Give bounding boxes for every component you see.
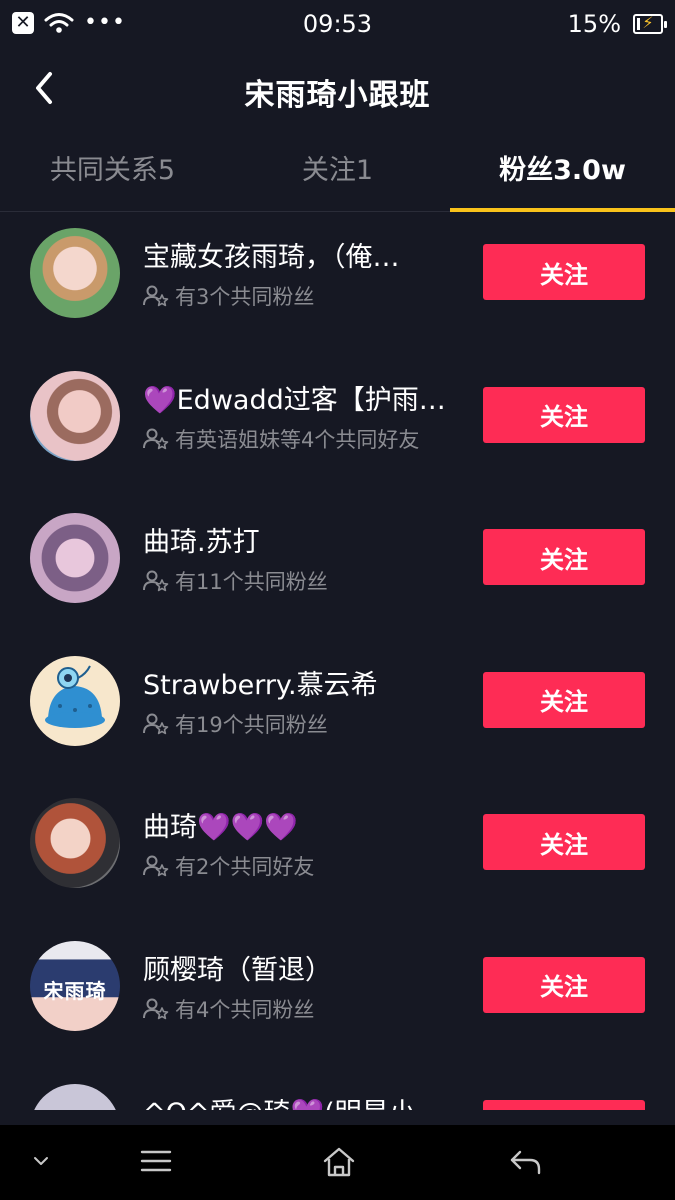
mutual-info: 有11个共同粉丝 [143,566,328,596]
avatar[interactable]: 宋雨琦 [30,940,120,1031]
list-item[interactable]: Strawberry.慕云希 有19个共同粉丝 关注 [0,641,675,784]
user-group-icon [143,855,169,877]
follow-button[interactable]: 关注 [483,814,645,871]
user-group-icon [143,713,169,735]
header: 宋雨琦小跟班 [0,50,675,130]
follow-button[interactable]: 关注 [483,386,645,443]
home-icon[interactable] [322,1145,356,1179]
avatar[interactable] [30,228,120,318]
alien-avatar-icon [45,665,105,728]
user-group-icon [143,285,169,307]
user-name[interactable]: ^O^爱@琦💜(明星小… [143,1091,453,1110]
avatar[interactable] [30,655,120,746]
mutual-info: 有英语姐妹等4个共同好友 [143,424,419,454]
mutual-text: 有2个共同好友 [175,855,315,880]
battery-percent: 15% [567,10,621,38]
tab-followers[interactable]: 粉丝3.0w [450,136,675,212]
status-right: 15% ⚡ [567,10,667,38]
avatar[interactable] [30,370,120,461]
list-item[interactable]: 曲琦.苏打 有11个共同粉丝 关注 [0,498,675,641]
user-group-icon [143,998,169,1020]
mutual-info: 有3个共同粉丝 [143,281,314,311]
mutual-info: 有2个共同好友 [143,851,314,881]
list-item[interactable]: 宋雨琦 顾樱琦（暂退） 有4个共同粉丝 关注 [0,926,675,1069]
battery-icon: ⚡ [633,13,667,34]
user-group-icon [143,570,169,592]
page-title: 宋雨琦小跟班 [244,78,431,113]
user-group-icon [143,428,169,450]
back-arrow-icon[interactable] [508,1147,542,1177]
mutual-text: 有19个共同粉丝 [175,712,328,737]
list-item[interactable]: ^O^爱@琦💜(明星小… 关注 [0,1069,675,1110]
list-item[interactable]: 💜Edwadd过客【护雨… 有英语姐妹等4个共同好友 关注 [0,356,675,499]
mutual-text: 有3个共同粉丝 [175,285,315,309]
mutual-text: 有英语姐妹等4个共同好友 [175,427,420,452]
avatar-overlay-text: 宋雨琦 [43,978,107,1003]
mutual-info: 有19个共同粉丝 [143,709,328,739]
user-name[interactable]: 宝藏女孩雨琦，（俺… [143,235,453,274]
status-bar: ✕ ••• 09:53 15% ⚡ [0,0,675,50]
system-nav-bar [0,1125,675,1200]
user-name[interactable]: 曲琦.苏打 [143,520,453,559]
avatar[interactable] [30,1083,120,1110]
avatar[interactable] [30,798,120,889]
follower-list[interactable]: 宝藏女孩雨琦，（俺… 有3个共同粉丝 关注 💜Edwadd过客【护雨… 有英语姐… [0,213,675,1110]
follow-button[interactable]: 关注 [483,956,645,1013]
menu-icon[interactable] [140,1147,172,1175]
mutual-info: 有4个共同粉丝 [143,994,314,1024]
list-item[interactable]: 曲琦💜💜💜 有2个共同好友 关注 [0,783,675,926]
user-name[interactable]: 曲琦💜💜💜 [143,805,453,844]
avatar[interactable] [30,513,120,604]
tab-following[interactable]: 关注1 [225,136,450,211]
follow-button[interactable]: 关注 [483,244,645,300]
list-item[interactable]: 宝藏女孩雨琦，（俺… 有3个共同粉丝 关注 [0,213,675,356]
user-name[interactable]: 💜Edwadd过客【护雨… [143,378,453,417]
follow-button[interactable]: 关注 [483,1099,645,1110]
user-name[interactable]: Strawberry.慕云希 [143,663,453,702]
follow-button[interactable]: 关注 [483,671,645,728]
user-name[interactable]: 顾樱琦（暂退） [143,948,453,987]
follow-button[interactable]: 关注 [483,529,645,586]
tab-mutual-relations[interactable]: 共同关系5 [0,136,225,211]
chevron-down-icon[interactable] [32,1155,50,1167]
mutual-text: 有11个共同粉丝 [175,570,328,595]
tab-bar: 共同关系5 关注1 粉丝3.0w [0,136,675,212]
mutual-text: 有4个共同粉丝 [175,997,315,1022]
charging-bolt-icon: ⚡ [642,13,654,32]
